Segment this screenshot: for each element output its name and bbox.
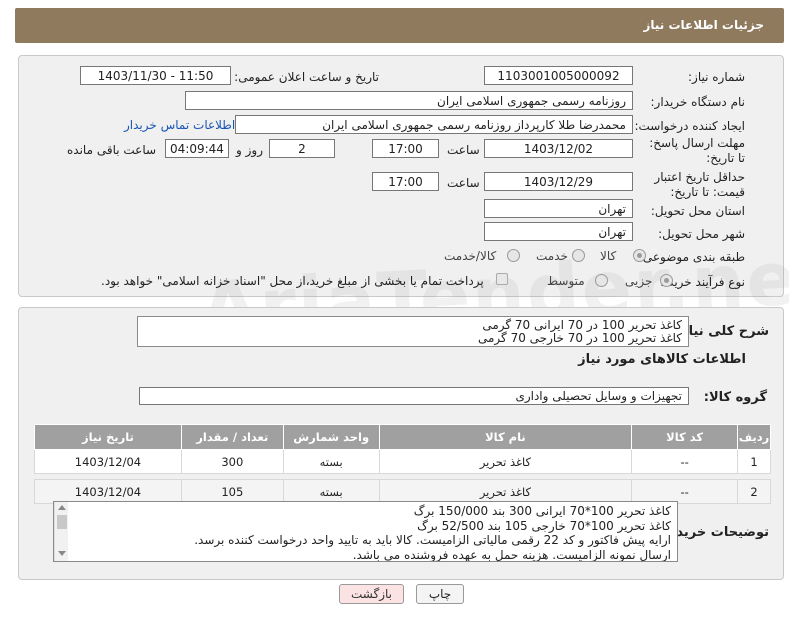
table-row: 1 -- کاغذ تحریر بسته 300 1403/12/04 [34, 449, 771, 474]
goods-group-field: تجهیزات و وسایل تحصیلی واداری [139, 387, 689, 405]
need-number-label: شماره نیاز: [688, 70, 745, 84]
city-label: شهر محل تحویل: [658, 227, 745, 241]
validity-time-field: 17:00 [372, 172, 439, 191]
deadline-time-label: ساعت [447, 143, 480, 157]
announce-label: تاریخ و ساعت اعلان عمومی: [234, 70, 379, 84]
buyer-notes-textarea: کاغذ تحریر 100*70 ایرانی 300 بند 150/000… [53, 501, 678, 562]
cell-name: کاغذ تحریر [378, 479, 633, 504]
city-field: تهران [484, 222, 633, 241]
cell-qty: 300 [180, 449, 284, 474]
col-name-header: نام کالا [378, 424, 633, 450]
col-qty-header: تعداد / مقدار [180, 424, 284, 450]
validity-date-field: 1403/12/29 [484, 172, 633, 191]
cell-row: 2 [737, 479, 771, 504]
category-goods-service-label: کالا/خدمت [444, 249, 497, 263]
category-goods-service-radio[interactable] [507, 249, 520, 262]
deadline-label: مهلت ارسال پاسخ: تا تاریخ: [645, 136, 745, 166]
buyer-notes-line-1: کاغذ تحریر 100*70 ایرانی 300 بند 150/000… [413, 504, 671, 518]
general-desc-textarea: کاغذ تحریر 100 در 70 ایرانی 70 گرمی کاغذ… [137, 316, 689, 347]
cell-date: 1403/12/04 [34, 449, 182, 474]
cell-row: 1 [737, 449, 771, 474]
goods-table-wrapper: ردیف کد کالا نام کالا واحد شمارش تعداد /… [34, 424, 771, 504]
page-title: جزئیات اطلاعات نیاز [643, 18, 764, 32]
col-unit-header: واحد شمارش [282, 424, 380, 450]
process-medium-radio[interactable] [595, 274, 608, 287]
deadline-time-field: 17:00 [372, 139, 439, 158]
category-goods-label: کالا [600, 249, 617, 263]
announce-field: 1403/11/30 - 11:50 [80, 66, 231, 85]
buyer-notes-line-2: کاغذ تحریر 100*70 خارجی 105 بند 52/500 ب… [417, 518, 671, 533]
category-service-radio[interactable] [572, 249, 585, 262]
goods-group-label: گروه کالا: [703, 390, 767, 405]
cell-date: 1403/12/04 [34, 479, 182, 504]
scroll-down-arrow-icon[interactable] [57, 551, 66, 556]
category-service-label: خدمت [536, 249, 568, 263]
general-desc-line-2: کاغذ تحریر 100 در 70 خارجی 70 گرمی [478, 331, 682, 345]
province-label: استان محل تحویل: [650, 204, 745, 218]
process-minor-label: جزیی [625, 274, 653, 288]
cell-code: -- [631, 479, 739, 504]
general-desc-label: شرح کلی نیاز: [675, 324, 769, 339]
category-goods-radio[interactable] [633, 249, 646, 262]
remaining-label: ساعت باقی مانده [67, 143, 157, 157]
province-field: تهران [484, 199, 633, 218]
cell-qty: 105 [180, 479, 284, 504]
buyer-notes-line-3: ارایه پیش فاکتور و کد 22 رقمی مالیاتی ال… [194, 533, 671, 547]
cell-unit: بسته [282, 479, 380, 504]
need-number-field: 1103001005000092 [484, 66, 633, 85]
col-date-header: تاریخ نیاز [34, 424, 182, 450]
print-button[interactable]: چاپ [416, 584, 464, 604]
buyer-contact-link[interactable]: اطلاعات تماس خریدار [124, 118, 235, 132]
remaining-time-field: 04:09:44 [165, 139, 229, 158]
goods-info-title: اطلاعات کالاهای مورد نیاز [578, 352, 746, 367]
validity-label-text: حداقل تاریخ اعتبار قیمت: تا تاریخ: [654, 170, 745, 199]
process-medium-label: متوسط [547, 274, 585, 288]
col-code-header: کد کالا [631, 424, 739, 450]
buyer-notes-line-4: ارسال نمونه الزامیست. هزینه حمل به عهده … [352, 547, 671, 562]
buyer-org-field: روزنامه رسمی جمهوری اسلامی ایران [185, 91, 633, 110]
col-row-header: ردیف [737, 424, 771, 450]
deadline-label-text: مهلت ارسال پاسخ: تا تاریخ: [649, 136, 745, 165]
goods-table-header-row: ردیف کد کالا نام کالا واحد شمارش تعداد /… [34, 424, 771, 450]
scroll-up-arrow-icon[interactable] [57, 505, 66, 510]
buyer-org-label: نام دستگاه خریدار: [650, 95, 746, 109]
scroll-thumb[interactable] [56, 515, 67, 529]
validity-label: حداقل تاریخ اعتبار قیمت: تا تاریخ: [627, 170, 745, 200]
buyer-notes-scrollbar[interactable] [54, 502, 68, 561]
goods-table: ردیف کد کالا نام کالا واحد شمارش تعداد /… [34, 424, 771, 504]
process-minor-radio[interactable] [660, 274, 673, 287]
category-label: طبقه بندی موضوعی: [638, 250, 745, 264]
deadline-date-field: 1403/12/02 [484, 139, 633, 158]
treasury-payment-checkbox[interactable] [496, 273, 508, 285]
requester-field: محمدرضا طلا کارپرداز روزنامه رسمی جمهوری… [235, 115, 633, 134]
days-field: 2 [269, 139, 335, 158]
cell-code: -- [631, 449, 739, 474]
page-header: جزئیات اطلاعات نیاز [15, 8, 784, 43]
requester-label: ایجاد کننده درخواست: [634, 119, 745, 133]
back-button[interactable]: بازگشت [339, 584, 404, 604]
table-row: 2 -- کاغذ تحریر بسته 105 1403/12/04 [34, 479, 771, 504]
days-label: روز و [236, 143, 263, 157]
validity-time-label: ساعت [447, 176, 480, 190]
treasury-payment-note: پرداخت تمام یا بخشی از مبلغ خرید،از محل … [101, 274, 484, 288]
cell-name: کاغذ تحریر [378, 449, 633, 474]
process-label: نوع فرآیند خرید : [660, 275, 745, 289]
cell-unit: بسته [282, 449, 380, 474]
